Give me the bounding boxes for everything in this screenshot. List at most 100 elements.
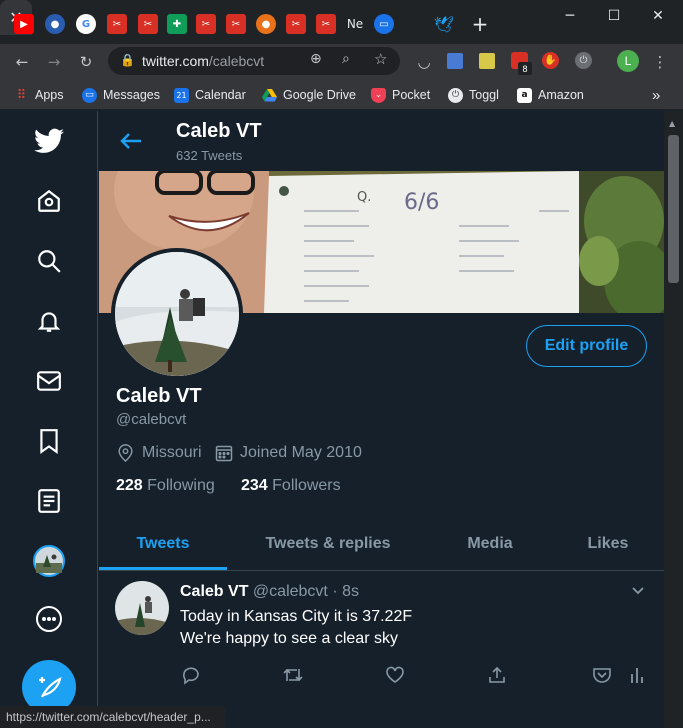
- following-label: Following: [147, 477, 215, 494]
- red-c-icon[interactable]: ✂: [196, 14, 216, 34]
- twitter-logo-icon[interactable]: [24, 119, 74, 163]
- orange-ball-icon[interactable]: ●: [256, 14, 276, 34]
- following-count: 228: [116, 477, 143, 494]
- calendar-joined-icon: [215, 444, 233, 467]
- header-profile-name: Caleb VT: [176, 120, 262, 142]
- tweet-count: 632 Tweets: [176, 148, 243, 163]
- drive-icon: [262, 88, 277, 103]
- tweet-header: Caleb VT @calebcvt · 8s: [180, 583, 359, 601]
- more-menu-icon[interactable]: [24, 597, 74, 641]
- retweet-icon[interactable]: [278, 660, 308, 690]
- power-icon[interactable]: ⏻: [575, 52, 592, 69]
- red-c-icon[interactable]: ✂: [226, 14, 246, 34]
- tab-strip: ▶ ● G ✂ ✂ ✚ ✂ ✂ ● ✂ ✂ Ne ▭ ✕ 🕊 + ─ ☐ ✕: [0, 0, 683, 44]
- tab-tweets-replies[interactable]: Tweets & replies: [247, 518, 409, 570]
- bookmark-amazon[interactable]: a Amazon: [517, 84, 584, 106]
- bookmark-apps[interactable]: ⠿ Apps: [14, 84, 64, 106]
- google-icon[interactable]: G: [76, 14, 96, 34]
- close-window-button[interactable]: ✕: [636, 4, 680, 28]
- pocket-ext-icon[interactable]: ◡: [412, 50, 436, 74]
- messages-icon: ▭: [82, 87, 97, 103]
- pocket-icon: ⌄: [371, 87, 386, 103]
- back-arrow-icon[interactable]: [119, 131, 143, 156]
- svg-text:Q.: Q.: [357, 190, 371, 205]
- red-c-icon[interactable]: ✂: [107, 14, 127, 34]
- firefox-icon[interactable]: ●: [45, 14, 65, 34]
- pocket-save-icon[interactable]: [587, 660, 617, 690]
- bookmark-star-icon[interactable]: ☆: [374, 50, 387, 68]
- tweet-time[interactable]: 8s: [342, 583, 359, 600]
- tab-likes[interactable]: Likes: [566, 518, 650, 570]
- bookmark-toggl[interactable]: ⏻ Toggl: [448, 84, 499, 106]
- more-bookmarks-button[interactable]: »: [652, 84, 660, 106]
- bookmark-label: Google Drive: [283, 88, 356, 102]
- messages-envelope-icon[interactable]: [24, 359, 74, 403]
- forward-icon[interactable]: →: [42, 50, 66, 74]
- apps-grid-icon: ⠿: [16, 87, 27, 103]
- tweet-author-name[interactable]: Caleb VT: [180, 583, 248, 600]
- bookmark-calendar[interactable]: 21 Calendar: [174, 84, 246, 106]
- following-link[interactable]: 228 Following: [116, 477, 215, 495]
- tweet-line-1: Today in Kansas City it is 37.22F: [180, 608, 413, 625]
- reload-icon[interactable]: ↻: [74, 50, 98, 74]
- zoom-icon[interactable]: ⌕: [342, 51, 350, 67]
- red-c-icon[interactable]: ✂: [316, 14, 336, 34]
- bookmark-drive[interactable]: Google Drive: [262, 84, 356, 106]
- red-c-icon[interactable]: ✂: [138, 14, 158, 34]
- twitter-sidebar: [0, 111, 98, 728]
- banner-note: 6/6: [404, 190, 439, 215]
- lists-icon[interactable]: [24, 479, 74, 523]
- location-pin-icon: [117, 444, 134, 467]
- bookmark-label: Calendar: [195, 88, 246, 102]
- edit-profile-button[interactable]: Edit profile: [526, 325, 647, 367]
- address-bar[interactable]: 🔒 twitter.com/calebcvt ⊕ ⌕ ☆: [108, 47, 400, 75]
- reply-icon[interactable]: [176, 660, 206, 690]
- add-circle-icon[interactable]: ⊕: [310, 51, 322, 67]
- followers-link[interactable]: 234 Followers: [241, 477, 341, 495]
- red-c-icon[interactable]: ✂: [286, 14, 306, 34]
- tweet-line-2: We're happy to see a clear sky: [180, 630, 398, 647]
- ext-blue-icon[interactable]: [447, 53, 463, 69]
- maximize-button[interactable]: ☐: [592, 4, 636, 28]
- bookmarks-icon[interactable]: [24, 419, 74, 463]
- explore-search-icon[interactable]: [24, 239, 74, 283]
- back-icon[interactable]: ←: [10, 50, 34, 74]
- profile-header-bar: Caleb VT 632 Tweets: [99, 111, 664, 171]
- messages-tab-icon[interactable]: ▭: [374, 14, 394, 34]
- tab-tweets[interactable]: Tweets: [99, 518, 227, 570]
- bookmark-label: Toggl: [469, 88, 499, 102]
- ext-yellow-icon[interactable]: [479, 53, 495, 69]
- bookmark-messages[interactable]: ▭ Messages: [82, 84, 160, 106]
- toggl-icon: ⏻: [448, 87, 463, 103]
- tweet-avatar[interactable]: [115, 581, 169, 635]
- analytics-icon[interactable]: [622, 660, 652, 690]
- profile-avatar[interactable]: L: [617, 50, 639, 72]
- youtube-icon[interactable]: ▶: [14, 14, 34, 34]
- extension-badge: 8: [518, 62, 532, 75]
- tweet-caret-icon[interactable]: [631, 583, 645, 601]
- profile-avatar-large[interactable]: [111, 248, 243, 380]
- scrollbar-thumb[interactable]: [668, 135, 679, 283]
- scroll-up-icon[interactable]: ▲: [669, 119, 675, 128]
- calendar-icon: 21: [174, 87, 189, 103]
- url-path: /calebcvt: [208, 53, 265, 69]
- bookmark-pocket[interactable]: ⌄ Pocket: [371, 84, 430, 106]
- share-icon[interactable]: [482, 660, 512, 690]
- bookmark-label: Messages: [103, 88, 160, 102]
- tab-media[interactable]: Media: [444, 518, 536, 570]
- new-tab-button[interactable]: +: [470, 12, 490, 36]
- followers-count: 234: [241, 477, 268, 494]
- twitter-tab-icon[interactable]: 🕊: [434, 14, 454, 34]
- page-scrollbar[interactable]: ▲: [664, 111, 683, 728]
- like-heart-icon[interactable]: [380, 660, 410, 690]
- tweet-author-handle[interactable]: @calebcvt: [253, 583, 328, 600]
- bookmark-label: Apps: [35, 88, 64, 102]
- profile-avatar-icon[interactable]: [24, 539, 74, 583]
- menu-kebab-icon[interactable]: ⋮: [648, 50, 672, 74]
- green-plus-icon[interactable]: ✚: [167, 14, 187, 34]
- adblock-icon[interactable]: ✋: [542, 52, 559, 69]
- tab-ne[interactable]: Ne: [343, 14, 367, 34]
- notifications-bell-icon[interactable]: [24, 299, 74, 343]
- home-icon[interactable]: [24, 179, 74, 223]
- minimize-button[interactable]: ─: [548, 4, 592, 28]
